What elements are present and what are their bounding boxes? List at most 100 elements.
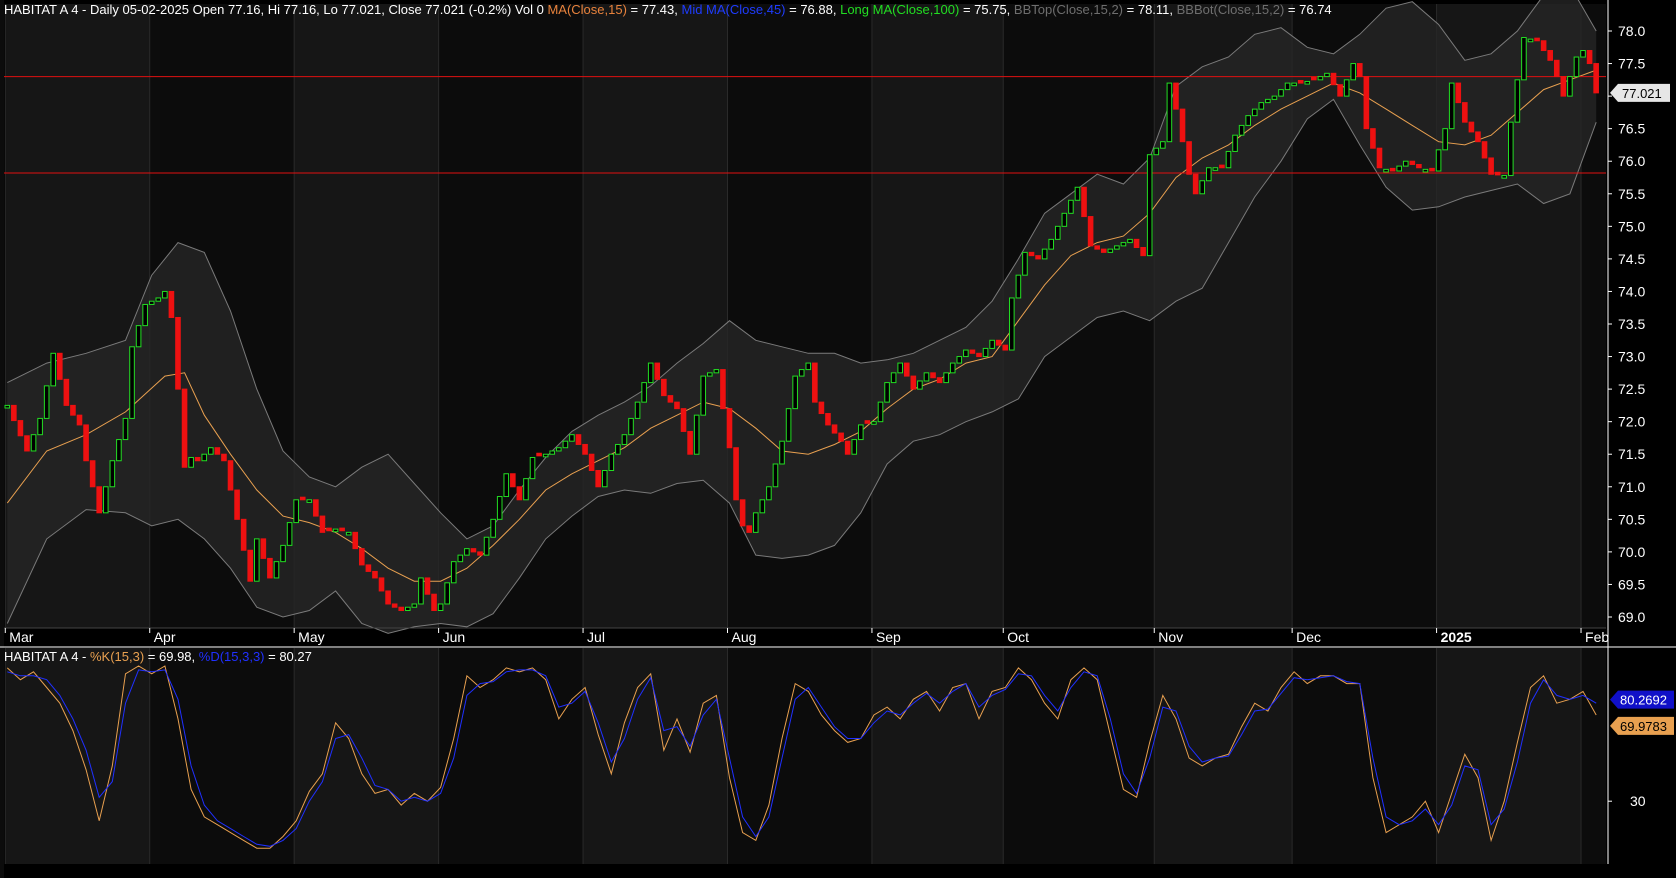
candle-up (890, 372, 897, 384)
candle-up (707, 372, 713, 377)
candle-down (1468, 121, 1475, 133)
candle-down (398, 606, 405, 611)
stoch-band-2025 (1436, 648, 1582, 864)
legend-part: %K(15,3) (90, 649, 144, 664)
candle-up (280, 544, 286, 563)
candle-up (253, 538, 260, 582)
y-tick-label: 76.0 (1618, 153, 1645, 169)
y-tick-label: 70.0 (1618, 544, 1645, 560)
candle-down (1409, 160, 1416, 165)
candle-up (713, 369, 720, 374)
candle-up (1153, 147, 1160, 156)
candle-down (391, 603, 398, 608)
candle-up (1238, 124, 1245, 136)
candle-up (404, 606, 411, 611)
candle-up (1127, 238, 1133, 244)
candle-up (1199, 180, 1206, 195)
candle-up (37, 417, 43, 436)
candle-up (411, 603, 418, 608)
candle-down (733, 447, 739, 501)
candle-up (1317, 76, 1324, 81)
stoch-value-label: 69.9783 (1620, 719, 1667, 734)
candle-down (654, 362, 661, 380)
legend-part: = 78.11, (1123, 2, 1177, 17)
stock-chart[interactable]: 69.0 69.5 70.0 70.5 71.0 71.5 72.0 72.5 73.0 73.5… (0, 0, 1676, 878)
price-legend: HABITAT A 4 - Daily 05-02-2025 Open 77.1… (4, 2, 1332, 17)
candle-up (109, 460, 116, 488)
candle-up (1212, 167, 1219, 171)
candle-down (969, 349, 976, 354)
x-tick-label: Dec (1296, 629, 1321, 645)
candle-down (995, 339, 1002, 346)
candle-up (1324, 72, 1330, 78)
legend-part: Long MA(Close,100) (840, 2, 959, 17)
candle-up (805, 362, 812, 371)
candle-down (1028, 251, 1035, 257)
candle-down (385, 590, 391, 605)
candle-down (299, 496, 306, 501)
candle-down (70, 404, 76, 416)
legend-part: = 76.74 (1284, 2, 1331, 17)
y-tick-label: 74.0 (1618, 283, 1645, 299)
y-tick-label: 73.0 (1618, 349, 1645, 365)
candle-down (1586, 50, 1593, 65)
candle-up (418, 577, 424, 605)
candle-down (378, 577, 385, 592)
candle-down (1553, 59, 1560, 78)
candle-up (1166, 82, 1173, 143)
candle-up (1022, 251, 1028, 276)
candle-down (1481, 141, 1488, 159)
candle-up (1508, 121, 1514, 177)
candle-up (569, 434, 575, 442)
candle-down (1488, 157, 1494, 175)
candle-down (661, 378, 667, 397)
stoch-band-May (294, 648, 439, 864)
candle-down (818, 401, 825, 415)
legend-part: Mid MA(Close,45) (681, 2, 785, 17)
candle-down (1547, 50, 1553, 61)
candle-up (601, 470, 608, 488)
candle-up (956, 356, 963, 364)
y-tick-label: 75.0 (1618, 218, 1645, 234)
y-tick-label: 71.5 (1618, 446, 1645, 462)
candle-up (1074, 186, 1081, 201)
candle-down (352, 531, 359, 550)
candle-down (739, 499, 746, 527)
candle-down (582, 443, 588, 455)
candle-up (1514, 79, 1521, 123)
legend-part: = 75.75, (959, 2, 1014, 17)
candle-down (864, 420, 871, 424)
y-tick-label: 70.5 (1618, 511, 1645, 527)
candle-down (470, 548, 477, 553)
stoch-band-Feb (1581, 648, 1606, 864)
candle-up (286, 522, 293, 546)
candle-up (943, 372, 949, 384)
x-tick-label: Mar (9, 629, 33, 645)
candle-up (444, 582, 450, 605)
candle-down (1140, 246, 1146, 257)
stoch-value-label: 80.2692 (1620, 693, 1667, 708)
candle-down (96, 486, 102, 514)
candle-down (1035, 255, 1041, 260)
candle-down (746, 525, 752, 533)
candle-up (1580, 50, 1586, 58)
candle-up (608, 453, 615, 472)
y-tick-label: 75.5 (1618, 186, 1645, 202)
candle-down (319, 515, 326, 533)
candle-up (858, 424, 864, 441)
candle-down (1389, 167, 1396, 172)
candle-down (168, 290, 175, 318)
candle-up (1501, 175, 1508, 179)
candle-up (1396, 165, 1402, 172)
candle-down (1370, 128, 1376, 149)
x-tick-label: Nov (1158, 629, 1183, 645)
candle-down (1330, 72, 1337, 86)
candle-up (116, 439, 122, 462)
candle-down (1560, 76, 1567, 97)
candle-down (1002, 344, 1009, 351)
candle-down (726, 408, 733, 449)
y-tick-label: 71.0 (1618, 479, 1645, 495)
candle-up (1271, 95, 1278, 100)
candle-down (76, 414, 83, 426)
candle-up (30, 434, 37, 452)
